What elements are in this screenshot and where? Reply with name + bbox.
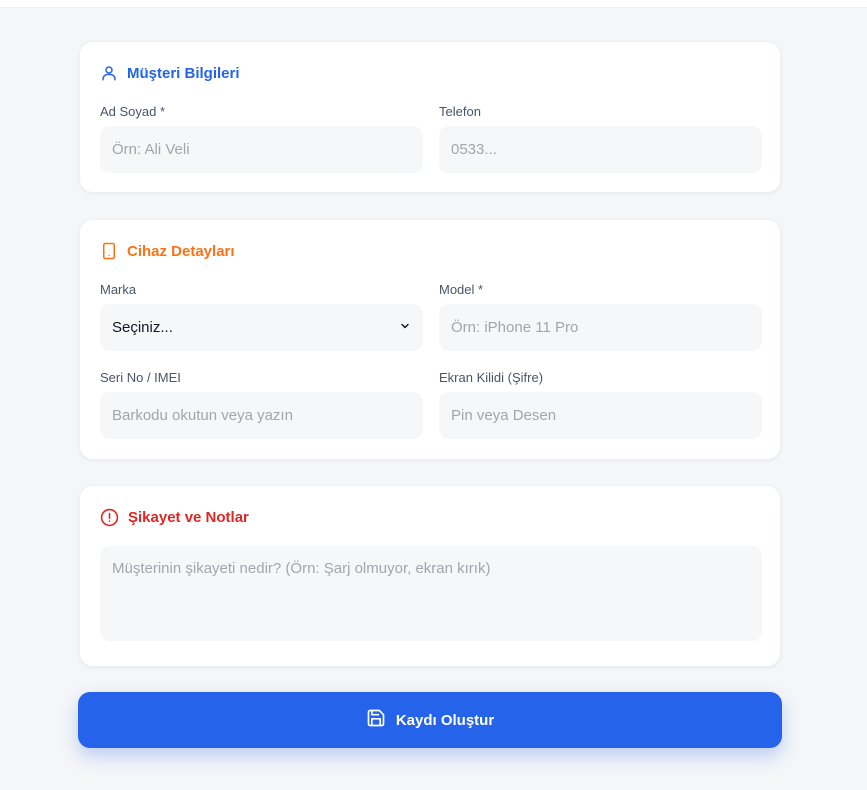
top-bar bbox=[0, 0, 867, 8]
screen-lock-label: Ekran Kilidi (Şifre) bbox=[439, 370, 544, 385]
serial-input[interactable] bbox=[100, 392, 423, 439]
device-details-title-text: Cihaz Detayları bbox=[127, 242, 235, 260]
screen-lock-input[interactable] bbox=[439, 392, 762, 439]
create-record-label: Kaydı Oluştur bbox=[395, 711, 495, 729]
create-record-button[interactable]: Kaydı Oluştur bbox=[78, 692, 782, 748]
chevron-down-icon bbox=[399, 319, 411, 336]
device-details-card: Cihaz Detayları Marka Seçiniz... Model *… bbox=[79, 219, 781, 460]
name-label: Ad Soyad * bbox=[100, 104, 166, 119]
customer-info-title-text: Müşteri Bilgileri bbox=[127, 64, 240, 82]
serial-label: Seri No / IMEI bbox=[100, 370, 181, 385]
customer-info-title: Müşteri Bilgileri bbox=[100, 64, 240, 82]
name-input[interactable] bbox=[100, 126, 423, 173]
phone-label: Telefon bbox=[439, 104, 481, 119]
smartphone-icon bbox=[100, 242, 118, 260]
alert-circle-icon bbox=[100, 508, 119, 527]
device-details-title: Cihaz Detayları bbox=[100, 242, 235, 260]
complaint-textarea[interactable] bbox=[100, 546, 762, 641]
complaint-title: Şikayet ve Notlar bbox=[100, 508, 249, 527]
brand-label: Marka bbox=[100, 282, 137, 297]
model-input[interactable] bbox=[439, 304, 762, 351]
brand-selected-value: Seçiniz... bbox=[112, 319, 173, 336]
model-label: Model * bbox=[439, 282, 484, 297]
save-icon bbox=[366, 708, 386, 732]
user-icon bbox=[100, 64, 118, 82]
complaint-card: Şikayet ve Notlar bbox=[79, 485, 781, 667]
brand-select[interactable]: Seçiniz... bbox=[100, 304, 423, 351]
complaint-title-text: Şikayet ve Notlar bbox=[128, 509, 249, 526]
customer-info-card: Müşteri Bilgileri Ad Soyad * Telefon bbox=[79, 41, 781, 193]
phone-input[interactable] bbox=[439, 126, 762, 173]
